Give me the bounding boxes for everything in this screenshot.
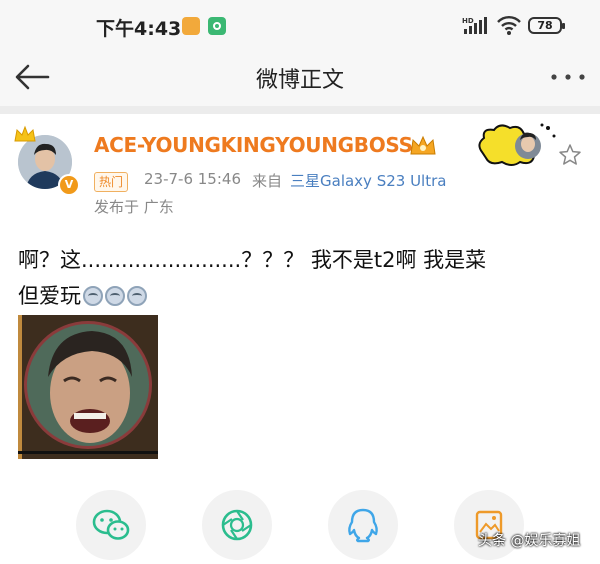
- status-time: 下午4:43: [96, 18, 182, 40]
- post-image[interactable]: [18, 315, 158, 459]
- section-divider: [0, 106, 600, 114]
- crying-emoji-icon: [127, 286, 147, 306]
- wifi-icon: [497, 16, 521, 35]
- nav-bar: 微博正文: [0, 50, 600, 106]
- share-wechat-button[interactable]: [76, 490, 146, 560]
- notes-app-icon: [182, 17, 200, 35]
- crying-emoji-icon: [83, 286, 103, 306]
- page-title: 微博正文: [255, 68, 344, 93]
- network-label: HD: [462, 17, 474, 25]
- source-device-link[interactable]: 三星Galaxy S23 Ultra: [290, 170, 446, 191]
- username[interactable]: ACE-YOUNGKINGYOUNGBOSS: [94, 133, 413, 157]
- qq-icon: [348, 508, 378, 543]
- status-bar: 下午4:43 HD 78: [0, 0, 600, 50]
- post-text-line2: 但爱玩: [18, 280, 147, 310]
- vip-crown-icon: [410, 135, 436, 155]
- more-options-icon[interactable]: [548, 62, 588, 92]
- crown-icon: [14, 125, 36, 142]
- star-favorite-icon[interactable]: [558, 143, 582, 167]
- app-notification-icon: [208, 17, 226, 35]
- post-text-line2-label: 但爱玩: [18, 284, 81, 308]
- share-qq-button[interactable]: [328, 490, 398, 560]
- post-timestamp: 23-7-6 15:46: [144, 170, 241, 188]
- verified-badge: V: [58, 174, 80, 196]
- post-location: 发布于 广东: [94, 198, 174, 216]
- moments-icon: [221, 509, 253, 541]
- signal-icon: HD: [462, 17, 487, 34]
- hot-tag: 热门: [94, 172, 129, 192]
- crying-emoji-icon: [105, 286, 125, 306]
- watermark-text: 头条 @娱乐寡姐: [478, 533, 581, 549]
- share-moments-button[interactable]: [202, 490, 272, 560]
- battery-indicator: 78: [528, 17, 565, 34]
- wechat-icon: [92, 509, 130, 540]
- fan-card-badge-icon[interactable]: [476, 122, 560, 168]
- source-label: 来自: [252, 172, 283, 190]
- post-text-line1: 啊？这........................？？？ 我不是t2啊 我是…: [18, 248, 487, 272]
